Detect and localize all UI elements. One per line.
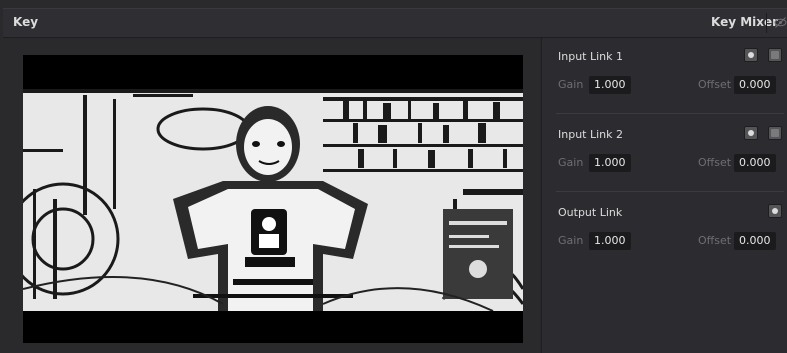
round-toggle-icon[interactable] [744, 126, 758, 140]
offset-value-field[interactable]: 0.000 [734, 232, 776, 250]
section-divider [556, 191, 784, 192]
mode-label-key-mixer[interactable]: Key Mixer [711, 15, 778, 29]
input-link-2-label: Input Link 2 [558, 128, 624, 141]
offset-value-field[interactable]: 0.000 [734, 76, 776, 94]
key-matte-image [23, 89, 523, 311]
offset-value-field[interactable]: 0.000 [734, 154, 776, 172]
input-link-1-label: Input Link 1 [558, 50, 624, 63]
offset-label: Offset [698, 156, 732, 169]
output-link-label: Output Link [558, 206, 623, 219]
offset-label: Offset [698, 234, 732, 247]
square-toggle-icon[interactable] [768, 126, 782, 140]
input-link-2-section: Input Link 2 Gain 1.000 Offset 0.000 [542, 116, 787, 192]
key-mixer-panel: Input Link 1 Gain 1.000 Offset 0.000 Inp… [541, 38, 787, 353]
eye-off-icon[interactable] [774, 16, 787, 29]
gain-value-field[interactable]: 1.000 [589, 232, 631, 250]
viewer-pane [3, 38, 540, 353]
input-link-1-section: Input Link 1 Gain 1.000 Offset 0.000 [542, 38, 787, 114]
section-divider [556, 113, 784, 114]
round-toggle-icon[interactable] [744, 48, 758, 62]
key-panel: Key Key Mixer Input Link 1 Gain 1.000 Of… [3, 8, 787, 353]
gain-value-field[interactable]: 1.000 [589, 154, 631, 172]
gain-label: Gain [558, 234, 584, 247]
gain-value-field[interactable]: 1.000 [589, 76, 631, 94]
gain-label: Gain [558, 78, 584, 91]
key-viewer[interactable] [23, 55, 523, 343]
offset-label: Offset [698, 78, 732, 91]
header-divider [766, 13, 767, 33]
output-link-section: Output Link Gain 1.000 Offset 0.000 [542, 194, 787, 270]
panel-title: Key [13, 15, 39, 29]
panel-header: Key Key Mixer [3, 9, 787, 38]
round-toggle-icon[interactable] [768, 204, 782, 218]
gain-label: Gain [558, 156, 584, 169]
square-toggle-icon[interactable] [768, 48, 782, 62]
